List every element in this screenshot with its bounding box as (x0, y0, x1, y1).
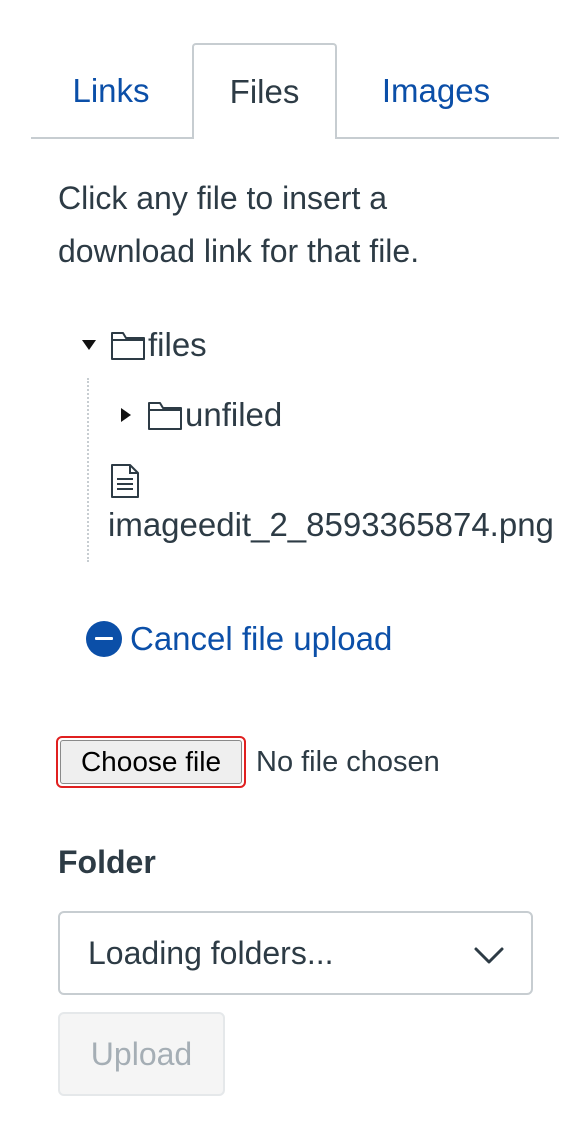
tree-folder-label: unfiled (185, 396, 283, 433)
folder-select-value: Loading folders... (88, 934, 334, 971)
choose-file-button[interactable]: Choose file (56, 736, 246, 788)
caret-down-icon[interactable] (78, 334, 100, 356)
tab-bar: Links Files Images (31, 43, 559, 139)
file-input: Choose file No file chosen (56, 736, 440, 788)
tab-images[interactable]: Images (341, 43, 531, 139)
caret-right-icon[interactable] (115, 404, 137, 426)
cancel-file-upload-link[interactable]: Cancel file upload (86, 616, 392, 662)
cancel-file-upload-label: Cancel file upload (130, 620, 393, 657)
no-file-chosen-text: No file chosen (256, 745, 440, 778)
tab-links[interactable]: Links (31, 43, 191, 139)
folder-icon (110, 329, 146, 361)
tree-guide-line (87, 378, 89, 562)
folder-select[interactable]: Loading folders... (58, 911, 533, 995)
upload-button[interactable]: Upload (58, 1012, 225, 1096)
tab-files[interactable]: Files (192, 43, 337, 139)
tree-file-label: imageedit_2_8593365874.png (108, 506, 554, 543)
minus-circle-icon (86, 621, 122, 657)
tree-folder-label: files (148, 326, 207, 363)
document-icon (108, 463, 142, 499)
choose-file-label: Choose file (60, 740, 242, 784)
tree-file-item[interactable]: imageedit_2_8593365874.png (108, 462, 554, 546)
folder-icon (147, 399, 183, 431)
chevron-down-icon (473, 939, 505, 971)
folder-label: Folder (58, 844, 156, 880)
files-instructions: Click any file to insert a download link… (58, 180, 420, 269)
tree-folder-unfiled[interactable]: unfiled (115, 392, 282, 438)
tree-folder-files[interactable]: files (78, 322, 207, 368)
